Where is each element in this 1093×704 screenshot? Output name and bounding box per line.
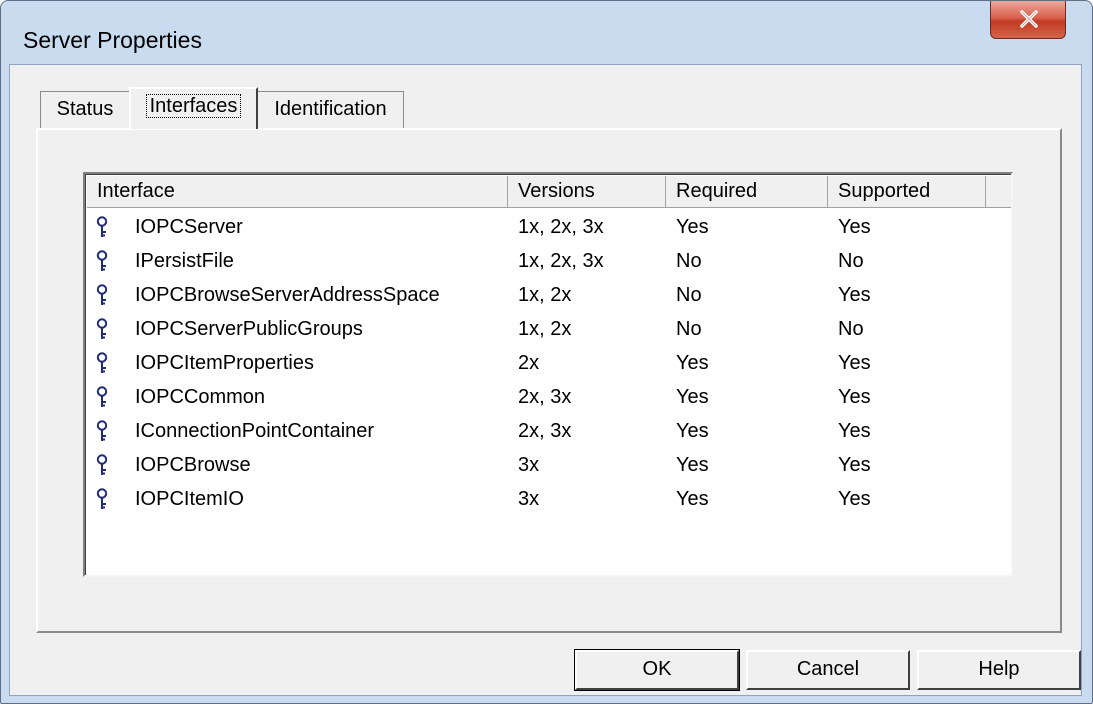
column-header-versions[interactable]: Versions (508, 176, 666, 208)
key-icon (96, 216, 108, 237)
tab-interfaces[interactable]: Interfaces (129, 87, 258, 129)
table-row[interactable]: IOPCItemProperties 2x Yes Yes (87, 346, 1011, 380)
cell-required: No (676, 250, 702, 272)
table-row[interactable]: IOPCItemIO 3x Yes Yes (87, 482, 1011, 516)
cancel-button[interactable]: Cancel (746, 650, 910, 690)
cell-required: No (676, 284, 702, 306)
cell-interface: IConnectionPointContainer (135, 420, 375, 442)
cell-supported: Yes (838, 284, 871, 306)
cell-required: Yes (676, 352, 709, 374)
cell-interface: IOPCCommon (135, 386, 266, 408)
key-icon (96, 488, 108, 509)
cell-supported: Yes (838, 488, 871, 510)
table-row[interactable]: IPersistFile 1x, 2x, 3x No No (87, 244, 1011, 278)
cell-interface: IOPCItemProperties (135, 352, 314, 374)
table-row[interactable]: IOPCServerPublicGroups 1x, 2x No No (87, 312, 1011, 346)
key-icon (96, 386, 108, 407)
cell-required: Yes (676, 216, 709, 238)
cell-supported: Yes (838, 454, 871, 476)
cell-required: Yes (676, 420, 709, 442)
key-icon (96, 420, 108, 441)
tab-status[interactable]: Status (40, 91, 130, 128)
tab-interfaces-label: Interfaces (145, 94, 242, 118)
cell-versions: 2x, 3x (518, 420, 572, 442)
table-row[interactable]: IOPCCommon 2x, 3x Yes Yes (87, 380, 1011, 414)
cell-interface: IOPCServerPublicGroups (135, 318, 363, 340)
cell-supported: Yes (838, 216, 871, 238)
key-icon (96, 318, 108, 339)
key-icon (96, 284, 108, 305)
column-header-interface[interactable]: Interface (87, 176, 508, 208)
column-header-supported[interactable]: Supported (828, 176, 986, 208)
cell-interface: IOPCBrowse (135, 454, 251, 476)
cell-versions: 2x (518, 352, 540, 374)
cell-supported: Yes (838, 420, 871, 442)
column-header-filler (986, 176, 1011, 208)
table-row[interactable]: IOPCServer 1x, 2x, 3x Yes Yes (87, 210, 1011, 244)
window-title: Server Properties (23, 27, 202, 53)
key-icon (96, 352, 108, 373)
list-header: Interface Versions Required Supported (87, 176, 1011, 208)
close-button[interactable] (990, 1, 1066, 39)
cell-interface: IOPCServer (135, 216, 243, 238)
tab-identification[interactable]: Identification (257, 91, 404, 128)
cell-required: No (676, 318, 702, 340)
key-icon (96, 454, 108, 475)
cell-interface: IOPCItemIO (135, 488, 244, 510)
cell-versions: 3x (518, 488, 540, 510)
tab-identification-label: Identification (274, 98, 387, 120)
dialog-window: Server Properties Status Interfaces Iden… (0, 0, 1093, 704)
table-row[interactable]: IConnectionPointContainer 2x, 3x Yes Yes (87, 414, 1011, 448)
tab-status-label: Status (56, 98, 114, 120)
help-button[interactable]: Help (917, 650, 1081, 690)
dialog-client-area: Status Interfaces Identification Interfa… (9, 64, 1082, 696)
cell-versions: 2x, 3x (518, 386, 572, 408)
cell-required: Yes (676, 454, 709, 476)
cell-versions: 1x, 2x, 3x (518, 250, 604, 272)
interfaces-list[interactable]: Interface Versions Required Supported IO… (83, 172, 1013, 577)
ok-button[interactable]: OK (574, 649, 740, 691)
cell-versions: 1x, 2x (518, 318, 572, 340)
cell-supported: Yes (838, 386, 871, 408)
cell-required: Yes (676, 488, 709, 510)
cell-supported: No (838, 318, 864, 340)
table-row[interactable]: IOPCBrowseServerAddressSpace 1x, 2x No Yes (87, 278, 1011, 312)
key-icon (96, 250, 108, 271)
cell-interface: IOPCBrowseServerAddressSpace (135, 284, 440, 306)
close-icon (1020, 10, 1038, 28)
cell-supported: Yes (838, 352, 871, 374)
cell-versions: 1x, 2x (518, 284, 572, 306)
tab-panel-interfaces: Interface Versions Required Supported IO… (36, 128, 1062, 633)
cell-supported: No (838, 250, 864, 272)
table-row[interactable]: IOPCBrowse 3x Yes Yes (87, 448, 1011, 482)
cell-required: Yes (676, 386, 709, 408)
cell-versions: 1x, 2x, 3x (518, 216, 604, 238)
cell-interface: IPersistFile (135, 250, 234, 272)
cell-versions: 3x (518, 454, 540, 476)
column-header-required[interactable]: Required (666, 176, 828, 208)
